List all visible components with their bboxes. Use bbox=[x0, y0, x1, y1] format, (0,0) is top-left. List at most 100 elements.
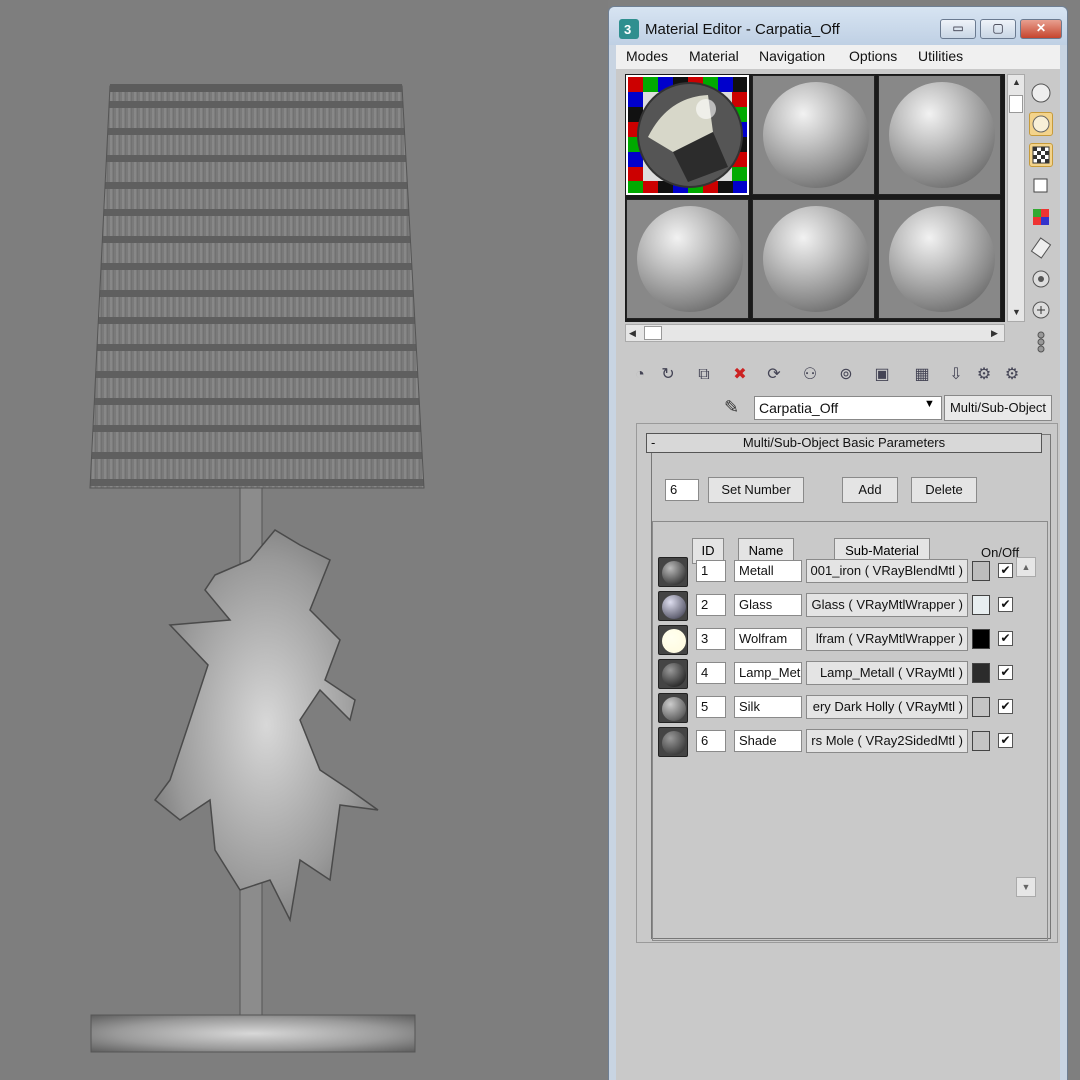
sub-material-button[interactable]: Lamp_Metall ( VRayMtl ) bbox=[806, 661, 968, 685]
maximize-button[interactable]: ▢ bbox=[980, 19, 1016, 39]
menu-navigation[interactable]: Navigation bbox=[759, 48, 825, 64]
menu-utilities[interactable]: Utilities bbox=[918, 48, 963, 64]
scroll-left-icon[interactable]: ◀ bbox=[629, 328, 636, 339]
delete-button[interactable]: Delete bbox=[911, 477, 977, 503]
show-end-result-icon[interactable]: ▦ bbox=[910, 363, 934, 387]
go-forward-to-sibling-icon[interactable]: ⚙ bbox=[972, 363, 996, 387]
reset-map-icon[interactable]: ✖ bbox=[728, 363, 752, 387]
scroll-down-icon[interactable]: ▼ bbox=[1012, 307, 1021, 317]
title-bar[interactable]: 3 Material Editor - Carpatia_Off ▭ ▢ ✕ bbox=[609, 7, 1067, 45]
sub-material-id[interactable]: 2 bbox=[696, 594, 726, 616]
list-scroll-down-icon[interactable]: ▼ bbox=[1016, 877, 1036, 897]
scroll-right-icon[interactable]: ▶ bbox=[991, 328, 998, 339]
sub-material-button[interactable]: 001_iron ( VRayBlendMtl ) bbox=[806, 559, 968, 583]
sub-material-name[interactable]: Shade bbox=[734, 730, 802, 752]
sub-material-thumbnail[interactable] bbox=[658, 727, 688, 757]
backlight-icon[interactable] bbox=[1029, 112, 1053, 136]
add-button[interactable]: Add bbox=[842, 477, 898, 503]
sub-material-onoff-checkbox[interactable]: ✔ bbox=[998, 597, 1013, 612]
sub-material-button[interactable]: rs Mole ( VRay2SidedMtl ) bbox=[806, 729, 968, 753]
sub-material-onoff-checkbox[interactable]: ✔ bbox=[998, 631, 1013, 646]
menu-material[interactable]: Material bbox=[689, 48, 739, 64]
menu-modes[interactable]: Modes bbox=[626, 48, 668, 64]
material-name-dropdown-icon[interactable]: ▼ bbox=[924, 398, 935, 410]
material-id-channel-icon[interactable]: ⊚ bbox=[834, 363, 858, 387]
material-name-field[interactable]: Carpatia_Off bbox=[754, 396, 942, 420]
sub-material-color-swatch[interactable] bbox=[972, 731, 990, 751]
scroll-thumb[interactable] bbox=[1009, 95, 1023, 113]
video-color-check-icon[interactable] bbox=[1029, 205, 1053, 229]
material-map-navigator-icon[interactable] bbox=[1029, 329, 1053, 353]
lamp-model bbox=[89, 84, 425, 1053]
sub-material-id[interactable]: 6 bbox=[696, 730, 726, 752]
window-title: Material Editor - Carpatia_Off bbox=[645, 21, 840, 38]
3dsmax-app-icon: 3 bbox=[619, 19, 639, 39]
sub-material-onoff-checkbox[interactable]: ✔ bbox=[998, 563, 1013, 578]
sample-slot-1[interactable] bbox=[626, 75, 749, 195]
background-checker-icon[interactable] bbox=[1029, 143, 1053, 167]
sub-material-id[interactable]: 5 bbox=[696, 696, 726, 718]
parameters-rollout-panel: - Multi/Sub-Object Basic Parameters 6 Se… bbox=[636, 423, 1058, 943]
put-to-scene-icon[interactable]: ↻ bbox=[656, 363, 680, 387]
sub-material-name[interactable]: Lamp_Met bbox=[734, 662, 802, 684]
material-type-button[interactable]: Multi/Sub-Object bbox=[944, 395, 1052, 421]
checker-sphere-preview bbox=[628, 77, 747, 193]
sub-material-color-swatch[interactable] bbox=[972, 663, 990, 683]
sub-material-color-swatch[interactable] bbox=[972, 629, 990, 649]
assign-to-selection-icon[interactable]: ⧉ bbox=[692, 363, 716, 387]
menu-options[interactable]: Options bbox=[849, 48, 897, 64]
make-preview-icon[interactable] bbox=[1029, 236, 1053, 260]
go-to-parent-icon[interactable]: ⇩ bbox=[944, 363, 968, 387]
show-map-in-viewport-icon[interactable]: ▣ bbox=[870, 363, 894, 387]
get-material-icon[interactable]: ◔ bbox=[628, 363, 652, 387]
sub-material-onoff-checkbox[interactable]: ✔ bbox=[998, 733, 1013, 748]
minimize-button[interactable]: ▭ bbox=[940, 19, 976, 39]
slots-vertical-scrollbar[interactable]: ▲ ▼ bbox=[1007, 74, 1025, 322]
rollout-collapse-icon[interactable]: - bbox=[651, 434, 655, 452]
sub-material-id[interactable]: 4 bbox=[696, 662, 726, 684]
material-editor-window: 3 Material Editor - Carpatia_Off ▭ ▢ ✕ M… bbox=[608, 6, 1068, 1080]
sub-material-name[interactable]: Silk bbox=[734, 696, 802, 718]
sub-material-button[interactable]: ery Dark Holly ( VRayMtl ) bbox=[806, 695, 968, 719]
options-icon[interactable] bbox=[1029, 267, 1053, 291]
sample-slot-6[interactable] bbox=[878, 199, 1001, 319]
material-nav-icon[interactable]: ⚙ bbox=[1000, 363, 1024, 387]
sub-material-button[interactable]: Glass ( VRayMtlWrapper ) bbox=[806, 593, 968, 617]
sample-uv-tiling-icon[interactable] bbox=[1029, 174, 1053, 198]
sub-material-color-swatch[interactable] bbox=[972, 697, 990, 717]
pick-material-eyedropper-icon[interactable]: ✎ bbox=[724, 397, 748, 421]
close-button[interactable]: ✕ bbox=[1020, 19, 1062, 39]
sub-material-thumbnail[interactable] bbox=[658, 557, 688, 587]
sub-material-id[interactable]: 3 bbox=[696, 628, 726, 650]
select-by-material-icon[interactable] bbox=[1029, 298, 1053, 322]
sub-material-thumbnail[interactable] bbox=[658, 659, 688, 689]
list-scroll-up-icon[interactable]: ▲ bbox=[1016, 557, 1036, 577]
sub-material-count[interactable]: 6 bbox=[665, 479, 699, 501]
sub-material-thumbnail[interactable] bbox=[658, 591, 688, 621]
sub-material-name[interactable]: Wolfram bbox=[734, 628, 802, 650]
rollout-header[interactable]: - Multi/Sub-Object Basic Parameters bbox=[646, 433, 1042, 453]
sub-material-thumbnail[interactable] bbox=[658, 625, 688, 655]
sample-slot-4[interactable] bbox=[626, 199, 749, 319]
sample-slot-3[interactable] bbox=[878, 75, 1001, 195]
sample-slot-2[interactable] bbox=[752, 75, 875, 195]
sample-type-icon[interactable] bbox=[1029, 81, 1053, 105]
put-to-library-icon[interactable]: ⚇ bbox=[798, 363, 822, 387]
sub-material-name[interactable]: Glass bbox=[734, 594, 802, 616]
col-header-onoff: On/Off bbox=[981, 545, 1020, 560]
scroll-up-icon[interactable]: ▲ bbox=[1012, 77, 1021, 87]
sub-material-onoff-checkbox[interactable]: ✔ bbox=[998, 699, 1013, 714]
sub-material-button[interactable]: lfram ( VRayMtlWrapper ) bbox=[806, 627, 968, 651]
sub-material-onoff-checkbox[interactable]: ✔ bbox=[998, 665, 1013, 680]
sub-material-id[interactable]: 1 bbox=[696, 560, 726, 582]
sample-slot-5[interactable] bbox=[752, 199, 875, 319]
sub-material-name[interactable]: Metall bbox=[734, 560, 802, 582]
viewport[interactable] bbox=[0, 0, 608, 1080]
slots-horizontal-scrollbar[interactable]: ◀ ▶ bbox=[625, 324, 1005, 342]
sub-material-color-swatch[interactable] bbox=[972, 561, 990, 581]
scroll-thumb-h[interactable] bbox=[644, 326, 662, 340]
sub-material-thumbnail[interactable] bbox=[658, 693, 688, 723]
sub-material-color-swatch[interactable] bbox=[972, 595, 990, 615]
make-unique-icon[interactable]: ⟳ bbox=[762, 363, 786, 387]
set-number-button[interactable]: Set Number bbox=[708, 477, 804, 503]
